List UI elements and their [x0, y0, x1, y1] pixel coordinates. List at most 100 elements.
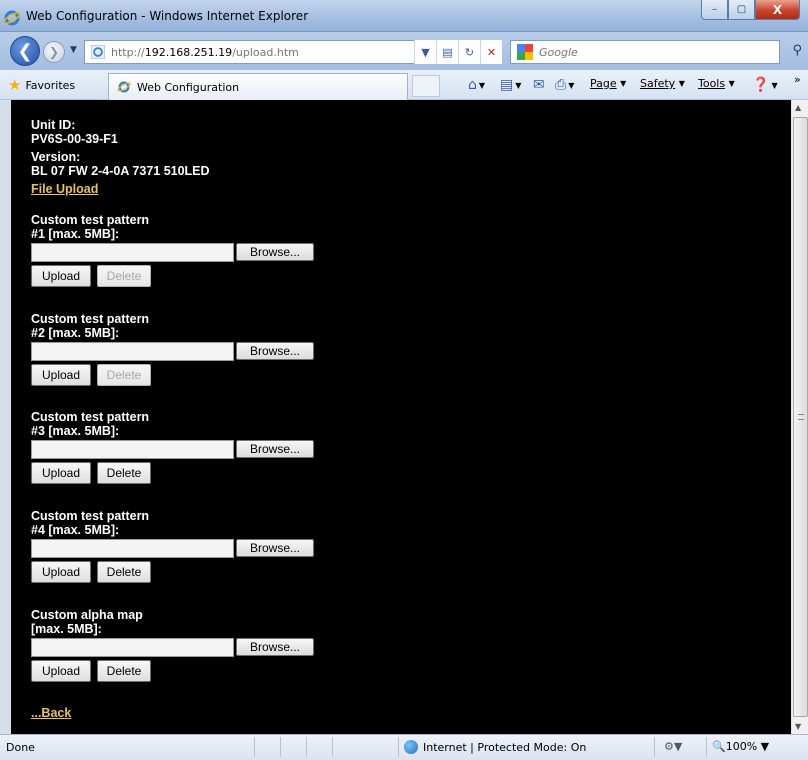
protected-mode-icon[interactable]: ⚙▼: [664, 740, 682, 753]
delete-button[interactable]: Delete: [97, 561, 151, 583]
upload-button[interactable]: Upload: [31, 561, 91, 583]
file-picker: Browse...: [31, 342, 314, 361]
section-limit: #3 [max. 5MB]:: [31, 424, 120, 438]
upload-button[interactable]: Upload: [31, 265, 91, 287]
printer-icon: ⎙: [555, 77, 567, 93]
home-button[interactable]: ⌂ ▼: [468, 77, 485, 93]
close-button[interactable]: X: [755, 0, 800, 20]
section-limit: #1 [max. 5MB]:: [31, 227, 120, 241]
browse-button[interactable]: Browse...: [236, 638, 314, 656]
globe-icon: [404, 740, 418, 754]
browse-button[interactable]: Browse...: [236, 539, 314, 557]
file-path-input[interactable]: [31, 539, 234, 558]
chevron-more-icon[interactable]: »: [794, 73, 801, 86]
address-tools: ▼ ▤ ↻ ✕: [414, 40, 502, 64]
ie-tab-icon: [117, 81, 131, 93]
scroll-up-icon[interactable]: ▲: [795, 103, 801, 112]
browse-button[interactable]: Browse...: [236, 440, 314, 458]
file-picker: Browse...: [31, 638, 314, 657]
section-title: Custom test pattern: [31, 410, 150, 424]
upload-button[interactable]: Upload: [31, 364, 91, 386]
zoom-control[interactable]: 🔍100% ▼: [712, 740, 769, 753]
star-icon: ★: [8, 76, 22, 94]
file-path-input[interactable]: [31, 243, 234, 262]
search-magnifier-icon[interactable]: ⚲: [792, 43, 802, 58]
status-text: Done: [6, 741, 35, 754]
mail-button[interactable]: ✉: [533, 77, 547, 93]
search-field[interactable]: [510, 40, 780, 64]
search-input[interactable]: [539, 45, 739, 59]
tab-web-configuration[interactable]: Web Configuration: [108, 73, 408, 100]
back-link[interactable]: ...Back: [31, 706, 71, 720]
section-title: Custom test pattern: [31, 312, 150, 326]
ie-logo-icon: [4, 10, 20, 26]
file-picker: Browse...: [31, 539, 314, 558]
file-path-input[interactable]: [31, 342, 234, 361]
unit-id-label: Unit ID:: [31, 118, 76, 132]
minimize-button[interactable]: –: [701, 0, 728, 20]
browse-button[interactable]: Browse...: [236, 342, 314, 360]
rss-icon: ▤: [500, 77, 514, 93]
window-title: Web Configuration - Windows Internet Exp…: [26, 9, 309, 23]
back-arrow-icon: ❮: [17, 40, 33, 62]
recent-pages-dropdown-icon[interactable]: ▼: [70, 45, 77, 55]
delete-button: Delete: [97, 265, 151, 287]
upload-button[interactable]: Upload: [31, 660, 91, 682]
maximize-button[interactable]: ▢: [728, 0, 755, 20]
favorites-button[interactable]: ★ Favorites: [4, 74, 83, 96]
url-text: http://192.168.251.19/upload.htm: [111, 45, 299, 59]
upload-section: Custom alpha map [max. 5MB]: Browse... U…: [31, 608, 314, 682]
section-title: Custom test pattern: [31, 213, 150, 227]
status-bar: Done Internet | Protected Mode: On ⚙▼ 🔍1…: [0, 734, 808, 760]
refresh-icon[interactable]: ↻: [458, 40, 480, 64]
version-label: Version:: [31, 150, 81, 164]
help-button[interactable]: ❓ ▼: [752, 77, 778, 93]
safety-menu[interactable]: Safety ▼: [640, 77, 685, 90]
section-limit: [max. 5MB]:: [31, 622, 102, 636]
file-picker: Browse...: [31, 440, 314, 459]
window-left-frame: [0, 100, 11, 734]
page-menu[interactable]: Page ▼: [590, 77, 626, 90]
security-zone[interactable]: Internet | Protected Mode: On: [404, 740, 586, 754]
scrollbar-thumb[interactable]: [793, 117, 808, 717]
delete-button[interactable]: Delete: [97, 660, 151, 682]
upload-button[interactable]: Upload: [31, 462, 91, 484]
page-favicon-icon: [91, 45, 105, 59]
google-logo-icon: [517, 44, 533, 60]
upload-section: Custom test pattern #3 [max. 5MB]: Brows…: [31, 410, 314, 484]
section-limit: #4 [max. 5MB]:: [31, 523, 120, 537]
file-picker: Browse...: [31, 243, 314, 262]
upload-section: Custom test pattern #4 [max. 5MB]: Brows…: [31, 509, 314, 583]
device-info: Unit ID: PV6S-00-39-F1 Version: BL 07 FW…: [31, 118, 210, 196]
compatibility-view-icon[interactable]: ▤: [436, 40, 458, 64]
stop-icon[interactable]: ✕: [480, 40, 502, 64]
upload-section: Custom test pattern #2 [max. 5MB]: Brows…: [31, 312, 314, 386]
back-button[interactable]: ❮: [10, 36, 40, 66]
file-path-input[interactable]: [31, 638, 234, 657]
help-icon: ❓: [752, 77, 770, 93]
delete-button[interactable]: Delete: [97, 462, 151, 484]
forward-button[interactable]: ❯: [43, 41, 65, 63]
section-title: Custom alpha map: [31, 608, 143, 622]
print-button[interactable]: ⎙ ▼: [555, 77, 574, 93]
new-tab-button[interactable]: [412, 75, 440, 97]
address-dropdown-icon[interactable]: ▼: [414, 40, 436, 64]
favorites-bar: ★ Favorites Web Configuration ⌂ ▼ ▤ ▼ ✉ ⎙ ▼…: [0, 70, 808, 100]
file-path-input[interactable]: [31, 440, 234, 459]
tools-menu[interactable]: Tools ▼: [698, 77, 735, 90]
version-value: BL 07 FW 2-4-0A 7371 510LED: [31, 164, 210, 178]
browse-button[interactable]: Browse...: [236, 243, 314, 261]
scroll-down-icon[interactable]: ▼: [795, 722, 801, 731]
section-title: Custom test pattern: [31, 509, 150, 523]
unit-id-value: PV6S-00-39-F1: [31, 132, 118, 146]
vertical-scrollbar[interactable]: ▲ ▼: [791, 100, 808, 734]
feeds-button[interactable]: ▤ ▼: [500, 77, 521, 93]
upload-section: Custom test pattern #1 [max. 5MB]: Brows…: [31, 213, 314, 287]
file-upload-link[interactable]: File Upload: [31, 182, 98, 196]
page-viewport: Unit ID: PV6S-00-39-F1 Version: BL 07 FW…: [11, 100, 791, 734]
mail-icon: ✉: [533, 77, 545, 93]
section-limit: #2 [max. 5MB]:: [31, 326, 120, 340]
title-bar: Web Configuration - Windows Internet Exp…: [0, 0, 808, 32]
delete-button: Delete: [97, 364, 151, 386]
back-link-container: ...Back: [31, 706, 71, 720]
